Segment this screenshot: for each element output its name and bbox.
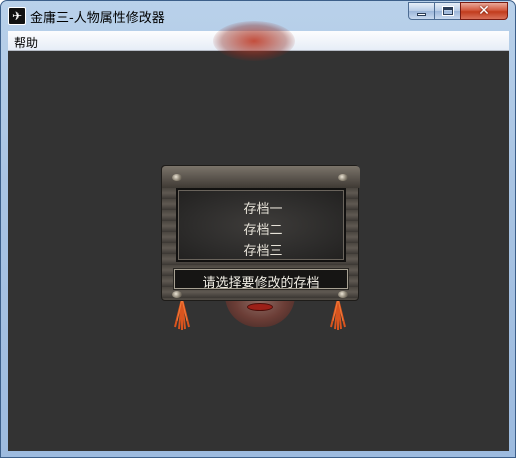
close-icon: ✕ (478, 3, 490, 19)
background-glow (213, 21, 295, 61)
save-slot-2[interactable]: 存档二 (178, 219, 348, 238)
prompt-bar: 请选择要修改的存档 (174, 269, 348, 291)
app-icon[interactable]: ✈ (8, 7, 26, 25)
select-save-prompt: 请选择要修改的存档 (202, 276, 320, 291)
menu-item-help[interactable]: 帮助 (14, 34, 38, 51)
wooden-frame: 存档一 存档二 存档三 请选择要修改的存档 (161, 165, 360, 301)
save-slot-3[interactable]: 存档三 (178, 240, 348, 259)
save-slot-1[interactable]: 存档一 (178, 198, 348, 217)
app-window: ✈ 金庸三-人物属性修改器 ✕ 帮助 存档一 存档二 存档三 请选择要修改的存档 (0, 0, 516, 458)
window-title: 金庸三-人物属性修改器 (30, 11, 165, 26)
nail-icon (172, 291, 182, 298)
close-button[interactable]: ✕ (460, 2, 508, 20)
minimize-button[interactable] (408, 2, 435, 20)
maximize-icon (441, 6, 454, 16)
save-select-board: 存档一 存档二 存档三 请选择要修改的存档 (161, 165, 360, 335)
minimize-icon (417, 12, 426, 16)
mask-mouth (247, 303, 273, 311)
frame-top-plank (162, 166, 360, 188)
maximize-button[interactable] (434, 2, 461, 20)
nail-icon (338, 174, 348, 181)
nail-icon (172, 174, 182, 181)
save-list-panel: 存档一 存档二 存档三 (176, 188, 346, 262)
nail-icon (338, 291, 348, 298)
client-area: 存档一 存档二 存档三 请选择要修改的存档 (8, 21, 509, 451)
